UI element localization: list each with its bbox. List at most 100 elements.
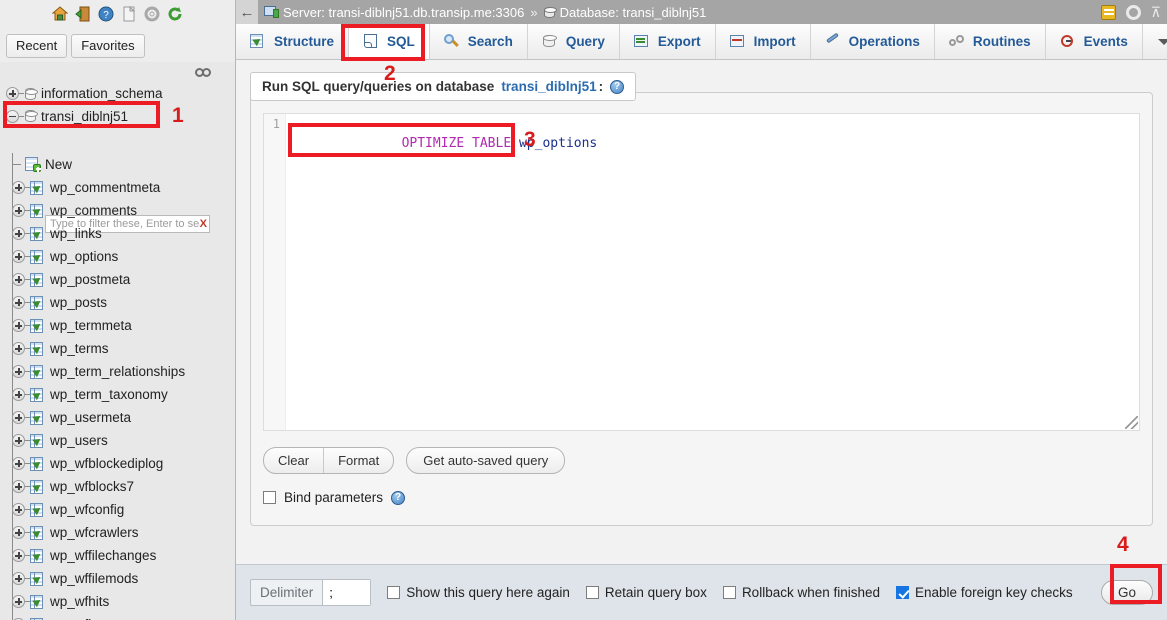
checkbox-show-this-query-here-again[interactable]: Show this query here again (387, 585, 570, 600)
tree-item-label: transi_diblnj51 (41, 108, 129, 124)
sql-editor-query[interactable]: OPTIMIZE TABLE wp_options (292, 114, 598, 174)
tree-item-wp_terms[interactable]: wp_terms (12, 337, 235, 360)
tab-sql[interactable]: SQL (349, 24, 430, 59)
table-icon (30, 318, 46, 333)
chevron-down-icon (1157, 34, 1167, 49)
format-button[interactable]: Format (323, 448, 393, 473)
editor-resize-handle[interactable] (1125, 416, 1138, 429)
collapse-icon[interactable] (6, 109, 19, 123)
tree-item-wp_wfblocks7[interactable]: wp_wfblocks7 (12, 475, 235, 498)
checkbox-box[interactable] (585, 586, 599, 599)
expand-icon[interactable] (12, 457, 25, 470)
tree-item-wp_wffilemods[interactable]: wp_wffilemods (12, 567, 235, 590)
clear-button[interactable]: Clear (264, 448, 323, 473)
tab-more[interactable]: More (1142, 24, 1167, 59)
tree-item-wp_postmeta[interactable]: wp_postmeta (12, 268, 235, 291)
checkbox-rollback-when-finished[interactable]: Rollback when finished (722, 585, 880, 600)
expand-icon[interactable] (12, 204, 25, 217)
help-icon[interactable]: ? (97, 5, 115, 23)
expand-icon[interactable] (12, 273, 25, 286)
expand-icon[interactable] (12, 503, 25, 516)
tree-item-wp_termmeta[interactable]: wp_termmeta (12, 314, 235, 337)
get-auto-saved-query-button[interactable]: Get auto-saved query (406, 447, 566, 474)
tree-item-wp_term_relationships[interactable]: wp_term_relationships (12, 360, 235, 383)
checkbox-enable-foreign-key-checks[interactable]: Enable foreign key checks (896, 585, 1073, 600)
go-button[interactable]: Go (1100, 580, 1153, 605)
expand-icon[interactable] (12, 434, 25, 447)
tree-item-information_schema[interactable]: information_schema (6, 82, 235, 105)
settings-gear-icon[interactable] (1125, 4, 1141, 20)
reload-icon[interactable] (166, 5, 184, 23)
sql-space (511, 136, 519, 151)
expand-icon[interactable] (12, 549, 25, 562)
checkbox-box[interactable] (387, 586, 401, 599)
tab-recent[interactable]: Recent (6, 34, 68, 58)
tree-item-label: wp_term_relationships (50, 364, 186, 379)
logout-icon[interactable] (74, 5, 92, 23)
delimiter-input[interactable] (322, 580, 371, 605)
collapse-panel-icon[interactable]: ⊼ (1151, 5, 1161, 19)
back-button[interactable]: ← (236, 0, 258, 24)
table-icon (30, 387, 46, 402)
tab-routines[interactable]: Routines (934, 24, 1046, 59)
tab-operations[interactable]: Operations (810, 24, 935, 59)
expand-icon[interactable] (12, 319, 25, 332)
chain-link-icon[interactable] (195, 66, 211, 77)
expand-icon[interactable] (12, 595, 25, 608)
docs-icon[interactable] (120, 5, 138, 23)
tree-item-wp_wfhits[interactable]: wp_wfhits (12, 590, 235, 613)
tree-item-wp_wfblockediplog[interactable]: wp_wfblockediplog (12, 452, 235, 475)
tree-item-wp_wfconfig[interactable]: wp_wfconfig (12, 498, 235, 521)
tree-item-transi_diblnj51[interactable]: transi_diblnj51 (6, 105, 235, 127)
home-icon[interactable] (51, 5, 69, 23)
import-icon (729, 34, 747, 49)
tree-item-wp_usermeta[interactable]: wp_usermeta (12, 406, 235, 429)
tree-item-wp_term_taxonomy[interactable]: wp_term_taxonomy (12, 383, 235, 406)
checkbox-box[interactable] (896, 586, 910, 599)
tree-item-new[interactable]: New (12, 153, 235, 176)
sql-heading-database: transi_diblnj51 (501, 79, 597, 94)
tree-item-wp_users[interactable]: wp_users (12, 429, 235, 452)
expand-icon[interactable] (12, 342, 25, 355)
tab-events[interactable]: Events (1045, 24, 1143, 59)
expand-icon[interactable] (12, 181, 25, 194)
delimiter-field[interactable]: Delimiter (250, 579, 372, 606)
breadcrumb-server[interactable]: Server: transi-diblnj51.db.transip.me:33… (264, 5, 524, 20)
tree-item-wp_wfhoover[interactable]: wp_wfhoover (12, 613, 235, 620)
breadcrumb-database[interactable]: Database: transi_diblnj51 (543, 5, 706, 20)
expand-icon[interactable] (12, 572, 25, 585)
lock-icon[interactable] (1100, 4, 1116, 20)
tab-search[interactable]: Search (429, 24, 528, 59)
expand-icon[interactable] (12, 365, 25, 378)
checkbox-box[interactable] (722, 586, 736, 599)
expand-icon[interactable] (12, 411, 25, 424)
expand-icon[interactable] (12, 388, 25, 401)
help-icon[interactable]: ? (610, 79, 625, 94)
expand-icon[interactable] (12, 296, 25, 309)
search-icon (443, 34, 461, 49)
tree-item-wp_posts[interactable]: wp_posts (12, 291, 235, 314)
expand-icon[interactable] (12, 250, 25, 263)
tab-favorites[interactable]: Favorites (71, 34, 145, 58)
expand-icon[interactable] (12, 526, 25, 539)
sql-editor[interactable]: 1 OPTIMIZE TABLE wp_options (263, 113, 1140, 431)
settings-gear-icon[interactable] (143, 5, 161, 23)
expand-icon[interactable] (12, 227, 25, 240)
checkbox-retain-query-box[interactable]: Retain query box (585, 585, 707, 600)
expand-icon[interactable] (12, 480, 25, 493)
tree-item-wp_wfcrawlers[interactable]: wp_wfcrawlers (12, 521, 235, 544)
bind-parameters-checkbox[interactable] (263, 491, 276, 504)
tab-query[interactable]: Query (527, 24, 620, 59)
sql-editor-surface[interactable]: 1 OPTIMIZE TABLE wp_options (264, 114, 1139, 430)
tab-structure[interactable]: Structure (236, 24, 350, 59)
expand-icon[interactable] (6, 87, 19, 100)
help-icon[interactable]: ? (391, 490, 406, 505)
database-icon (24, 87, 38, 101)
tree-item-wp_commentmeta[interactable]: wp_commentmeta (12, 176, 235, 199)
tree-item-wp_comments[interactable]: wp_comments (12, 199, 235, 222)
tree-item-wp_wffilechanges[interactable]: wp_wffilechanges (12, 544, 235, 567)
tree-item-wp_options[interactable]: wp_options (12, 245, 235, 268)
tab-import[interactable]: Import (715, 24, 811, 59)
tab-export[interactable]: Export (619, 24, 716, 59)
tree-item-wp_links[interactable]: wp_links (12, 222, 235, 245)
